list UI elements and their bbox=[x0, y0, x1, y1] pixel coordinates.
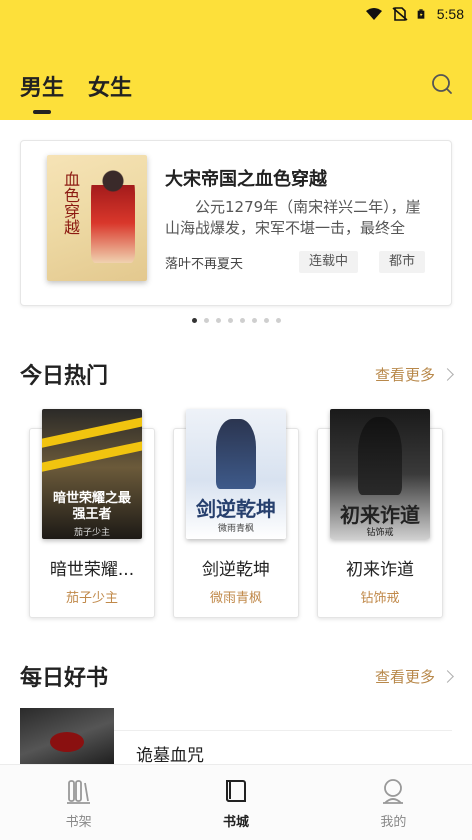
chevron-right-icon bbox=[441, 670, 454, 683]
cover-author-text: 茄子少主 bbox=[73, 528, 110, 538]
bottom-navigation: 书架 书城 我的 bbox=[0, 764, 472, 840]
book-author: 钻饰戒 bbox=[360, 591, 400, 606]
cover-title-text: 剑逆乾坤 bbox=[196, 497, 276, 521]
cover-figure bbox=[358, 417, 402, 495]
book-cover: 剑逆乾坤 微雨青枫 bbox=[186, 409, 286, 539]
banner-book-description: 公元1279年（南宋祥兴二年），崖山海战爆发，宋军不堪一击，最终全 bbox=[165, 198, 421, 237]
book-author: 微雨青枫 bbox=[209, 591, 262, 606]
page-dot[interactable] bbox=[239, 318, 245, 323]
cover-figure bbox=[216, 419, 256, 489]
chevron-right-icon bbox=[441, 368, 454, 381]
nav-profile[interactable]: 我的 bbox=[315, 765, 472, 840]
nav-label: 书架 bbox=[65, 815, 92, 830]
bookshelf-icon bbox=[66, 780, 90, 804]
gender-tabs: 男生 女生 bbox=[20, 70, 132, 104]
cover-figure bbox=[91, 163, 135, 263]
daily-section-title: 每日好书 bbox=[20, 665, 109, 691]
page-dot[interactable] bbox=[227, 318, 233, 323]
nav-book-store[interactable]: 书城 bbox=[157, 765, 314, 840]
page-dot[interactable] bbox=[263, 318, 269, 323]
tab-female[interactable]: 女生 bbox=[88, 70, 132, 104]
daily-book-cover[interactable] bbox=[20, 708, 114, 768]
banner-page-indicator bbox=[0, 318, 472, 323]
genre-tag: 都市 bbox=[379, 251, 426, 273]
page-dot[interactable] bbox=[203, 318, 209, 323]
book-title: 剑逆乾坤 bbox=[202, 560, 270, 580]
book-title: 诡墓血咒 bbox=[136, 746, 204, 766]
hot-book-card[interactable]: 初来诈道 钻饰戒 初来诈道 钻饰戒 bbox=[317, 409, 443, 618]
page-dot[interactable] bbox=[191, 318, 197, 323]
book-title: 初来诈道 bbox=[346, 560, 414, 580]
cover-title-text: 初来诈道 bbox=[340, 503, 420, 527]
cover-title-text: 暗世荣耀之最强王者 bbox=[52, 491, 131, 522]
nav-label: 书城 bbox=[222, 815, 249, 830]
status-tag: 连载中 bbox=[299, 251, 359, 273]
cover-figure bbox=[50, 732, 84, 752]
book-store-icon bbox=[225, 780, 246, 802]
hot-book-card[interactable]: 剑逆乾坤 微雨青枫 剑逆乾坤 微雨青枫 bbox=[173, 409, 299, 618]
nav-label: 我的 bbox=[380, 815, 407, 830]
hot-more-link[interactable]: 查看更多 bbox=[374, 364, 454, 385]
banner-book-title: 大宋帝国之血色穿越 bbox=[165, 169, 327, 190]
hot-section-title: 今日热门 bbox=[20, 363, 109, 389]
book-title: 暗世荣耀... bbox=[49, 560, 135, 580]
page-dot[interactable] bbox=[251, 318, 257, 323]
status-bar: 5:58 bbox=[365, 4, 464, 24]
nav-bookshelf[interactable]: 书架 bbox=[0, 765, 157, 840]
battery-icon bbox=[417, 9, 425, 19]
banner-cover-text: 血色穿越 bbox=[61, 171, 80, 235]
page-dot[interactable] bbox=[275, 318, 281, 323]
cover-author-text: 微雨青枫 bbox=[217, 524, 254, 534]
top-header: 5:58 男生 女生 bbox=[0, 0, 472, 120]
wifi-icon bbox=[365, 8, 382, 20]
book-cover: 初来诈道 钻饰戒 bbox=[330, 409, 430, 539]
more-label: 查看更多 bbox=[374, 668, 435, 686]
banner-book-cover: 血色穿越 bbox=[47, 155, 147, 281]
page-dot[interactable] bbox=[215, 318, 221, 323]
book-author: 茄子少主 bbox=[65, 591, 118, 606]
tab-male[interactable]: 男生 bbox=[20, 70, 64, 104]
banner-book-author: 落叶不再夏天 bbox=[165, 257, 244, 272]
no-sim-icon bbox=[392, 7, 408, 21]
more-label: 查看更多 bbox=[374, 366, 435, 384]
cover-author-text: 钻饰戒 bbox=[366, 528, 394, 538]
search-icon[interactable] bbox=[430, 72, 454, 96]
featured-book-banner[interactable]: 血色穿越 大宋帝国之血色穿越 公元1279年（南宋祥兴二年），崖山海战爆发，宋军… bbox=[20, 140, 452, 306]
profile-icon bbox=[383, 779, 404, 804]
daily-more-link[interactable]: 查看更多 bbox=[374, 666, 454, 687]
book-cover: 暗世荣耀之最强王者 茄子少主 bbox=[42, 409, 142, 539]
status-time: 5:58 bbox=[436, 6, 464, 22]
hot-book-card[interactable]: 暗世荣耀之最强王者 茄子少主 暗世荣耀... 茄子少主 bbox=[29, 409, 155, 618]
